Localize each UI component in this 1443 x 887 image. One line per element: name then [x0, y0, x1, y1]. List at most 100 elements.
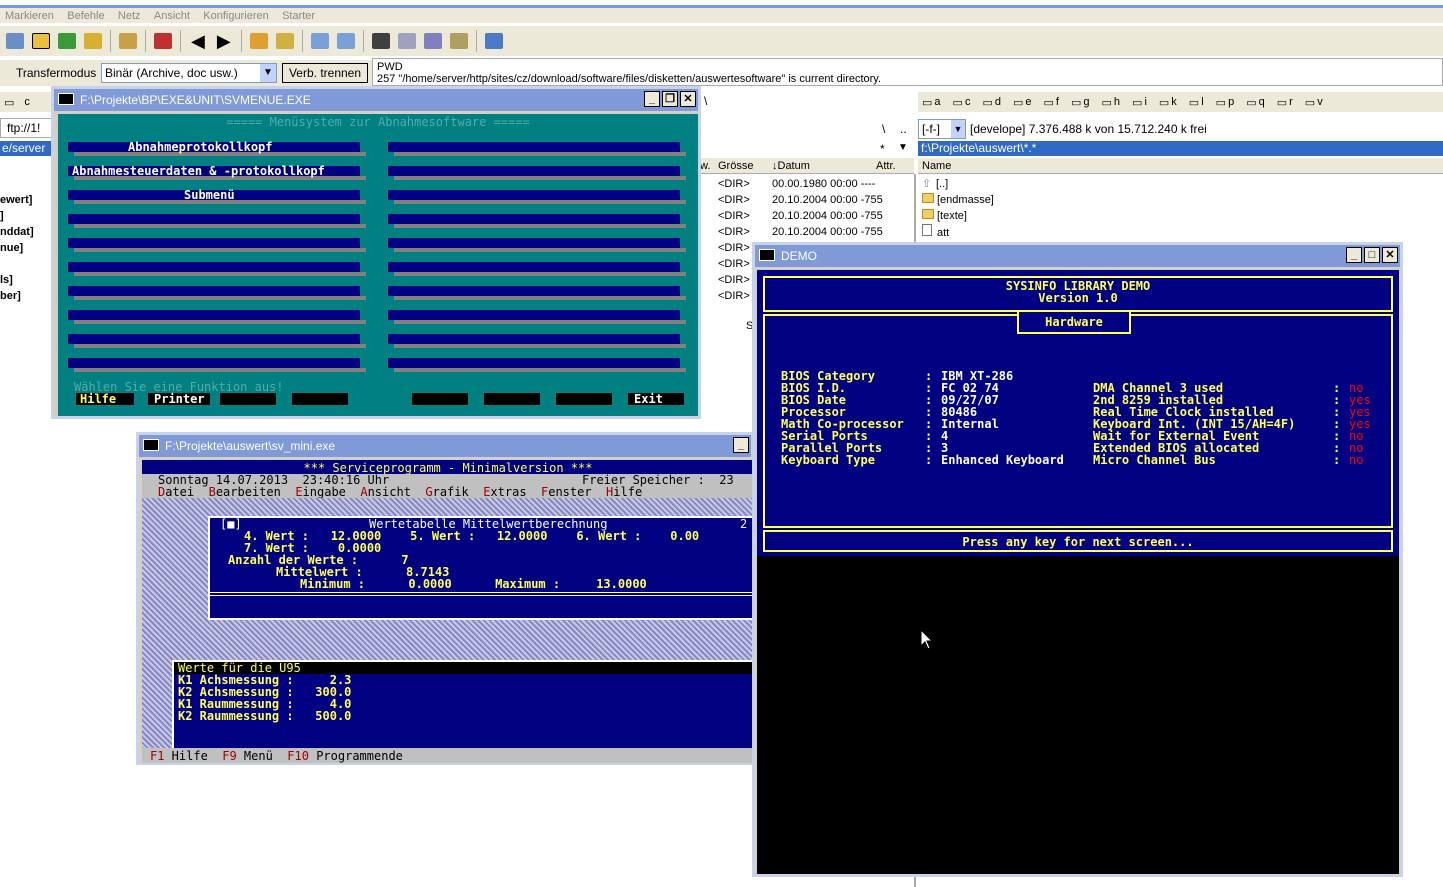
list-item[interactable]: ]: [0, 208, 34, 224]
right-drive-select[interactable]: [-f-] ▼: [918, 119, 966, 139]
drive-i-button[interactable]: i: [1144, 96, 1146, 108]
restore-button[interactable]: ❐: [662, 91, 678, 107]
unpack-icon[interactable]: [275, 33, 294, 49]
menu-slot[interactable]: [388, 166, 680, 176]
drive-e-button[interactable]: e: [1025, 96, 1031, 108]
tree-view-icon[interactable]: [32, 33, 50, 49]
menu-eingabe[interactable]: Eingabe: [295, 485, 360, 499]
menu-befehle[interactable]: Befehle: [67, 10, 104, 22]
compare-icon[interactable]: [84, 33, 102, 49]
list-item[interactable]: ber]: [0, 288, 34, 304]
mid-parent-button[interactable]: ..: [900, 122, 907, 136]
list-item[interactable]: nddat]: [0, 224, 34, 240]
directory-sync-icon[interactable]: [423, 33, 442, 49]
fkey-f9[interactable]: F9 Menü: [222, 749, 287, 763]
menu-slot[interactable]: [68, 286, 360, 296]
menu-slot[interactable]: [388, 214, 680, 224]
menu-ansicht[interactable]: Ansicht: [360, 485, 425, 499]
list-item[interactable]: ⇧ [..]: [922, 176, 994, 192]
ftp-icon[interactable]: [310, 33, 329, 49]
menu-bearbeiten[interactable]: Bearbeiten: [209, 485, 296, 499]
menu-item-abnahmesteuerdaten[interactable]: Abnahmesteuerdaten & -protokollkopf: [72, 165, 325, 177]
menu-netz[interactable]: Netz: [118, 10, 141, 22]
chevron-down-icon[interactable]: ▼: [260, 64, 276, 82]
multi-rename-icon[interactable]: [397, 33, 416, 49]
right-path-header[interactable]: f:\Projekte\auswert\*.*: [918, 141, 1443, 156]
menu-hilfe[interactable]: Hilfe: [606, 485, 657, 499]
menu-grafik[interactable]: Grafik: [425, 485, 483, 499]
url-icon[interactable]: [336, 33, 355, 49]
menu-extras[interactable]: Extras: [483, 485, 541, 499]
menu-item-submenu[interactable]: Submenü: [184, 189, 235, 201]
sync-icon[interactable]: [119, 33, 137, 49]
right-name-header[interactable]: Name: [918, 158, 1443, 174]
col-name-header[interactable]: w.: [700, 160, 710, 172]
transfer-mode-select[interactable]: Binär (Archive, doc usw.) ▼: [101, 63, 277, 83]
menu-slot[interactable]: [388, 262, 680, 272]
drive-p-button[interactable]: p: [1228, 96, 1234, 108]
menu-item-abnahmeprotokollkopf[interactable]: Abnahmeprotokollkopf: [128, 141, 273, 153]
search-binoculars-icon[interactable]: [371, 33, 390, 49]
drive-q-button[interactable]: q: [1259, 96, 1265, 108]
drive-k-button[interactable]: k: [1171, 96, 1177, 108]
drive-l-button[interactable]: l: [1201, 96, 1203, 108]
list-item[interactable]: ewert]: [0, 192, 34, 208]
back-arrow-icon[interactable]: ◀: [191, 31, 205, 52]
col-date-header[interactable]: ↓Datum: [772, 160, 810, 172]
drive-d-button[interactable]: d: [995, 96, 1001, 108]
menu-ansicht[interactable]: Ansicht: [154, 10, 190, 22]
drive-c-button[interactable]: c: [24, 96, 30, 108]
forward-arrow-icon[interactable]: ▶: [217, 31, 231, 52]
mid-filter-star[interactable]: *: [880, 142, 885, 156]
brief-view-icon[interactable]: [6, 33, 24, 49]
menu-slot[interactable]: [388, 142, 680, 152]
thumbnail-icon[interactable]: [58, 33, 76, 49]
menu-konfigurieren[interactable]: Konfigurieren: [203, 10, 268, 22]
left-path-header[interactable]: e/server: [0, 141, 56, 156]
printer-key[interactable]: Printer: [148, 393, 210, 405]
menu-slot[interactable]: [388, 358, 680, 368]
mid-root-button[interactable]: \: [704, 94, 707, 108]
menu-slot[interactable]: [388, 334, 680, 344]
list-item[interactable]: ls]: [0, 272, 34, 288]
hilfe-key[interactable]: Hilfe: [76, 393, 134, 405]
menu-slot[interactable]: [68, 238, 360, 248]
drive-v-button[interactable]: v: [1317, 96, 1323, 108]
drive-r-button[interactable]: r: [1289, 96, 1293, 108]
drive-h-button[interactable]: h: [1114, 96, 1120, 108]
menu-starter[interactable]: Starter: [282, 10, 315, 22]
left-path-field[interactable]: ftp://1!: [0, 118, 56, 138]
menu-slot[interactable]: [388, 310, 680, 320]
fkey-f10[interactable]: F10 Programmende: [287, 749, 417, 763]
menu-slot[interactable]: [68, 334, 360, 344]
mid-root-button-2[interactable]: \: [882, 122, 885, 136]
list-item[interactable]: [endmasse]: [922, 192, 994, 208]
pack-icon[interactable]: [249, 33, 268, 49]
col-size-header[interactable]: Grösse: [718, 160, 753, 172]
exit-key[interactable]: Exit: [628, 393, 684, 405]
col-attr-header[interactable]: Attr.: [876, 160, 896, 172]
chevron-down-icon[interactable]: ▼: [951, 120, 965, 138]
drive-a-button[interactable]: a: [934, 96, 940, 108]
drive-f-button[interactable]: f: [1056, 96, 1059, 108]
notepad-icon[interactable]: [484, 33, 503, 49]
close-button[interactable]: ✕: [1382, 247, 1398, 263]
list-item[interactable]: [texte]: [922, 208, 994, 224]
chevron-down-icon[interactable]: ▼: [898, 142, 908, 153]
tools-icon[interactable]: [449, 33, 468, 49]
menu-slot[interactable]: [388, 286, 680, 296]
menu-slot[interactable]: [388, 238, 680, 248]
menu-slot[interactable]: [68, 262, 360, 272]
select-icon[interactable]: [154, 33, 172, 49]
table-row[interactable]: <DIR> 00.00.1980 00:00 ----: [718, 176, 883, 192]
fkey-f1[interactable]: F1 Hilfe: [150, 749, 222, 763]
menu-fenster[interactable]: Fenster: [541, 485, 606, 499]
menu-datei[interactable]: Datei: [158, 485, 209, 499]
menu-slot[interactable]: [388, 190, 680, 200]
list-item[interactable]: att: [922, 224, 994, 241]
list-item[interactable]: nue]: [0, 240, 34, 256]
maximize-button[interactable]: □: [1364, 247, 1380, 263]
menu-slot[interactable]: [68, 310, 360, 320]
drive-g-button[interactable]: g: [1083, 96, 1089, 108]
table-row[interactable]: <DIR> 20.10.2004 00:00 -755: [718, 192, 883, 208]
